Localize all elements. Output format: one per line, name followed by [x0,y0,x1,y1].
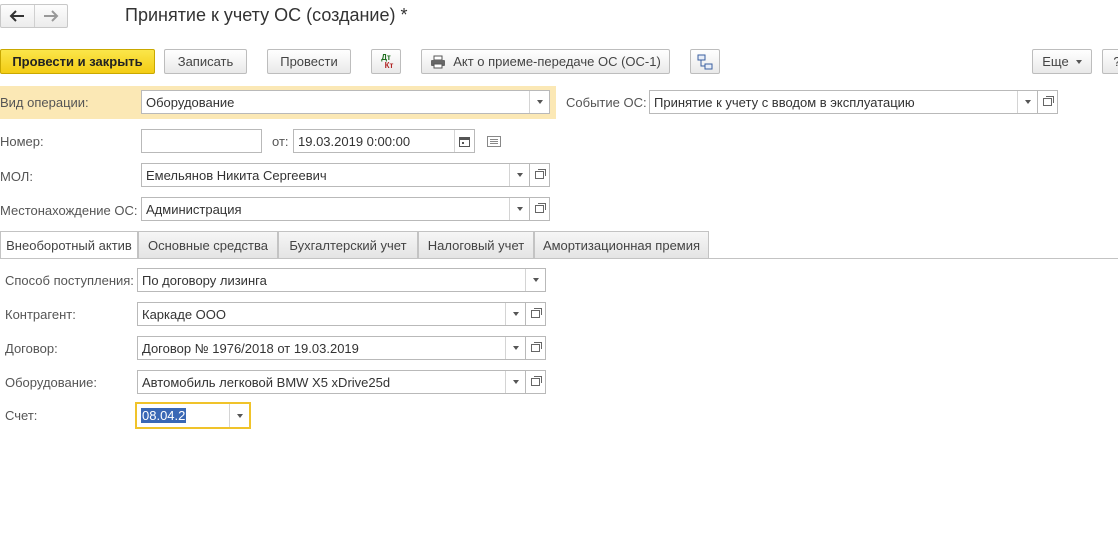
arrow-right-icon [43,10,59,22]
arrow-left-icon [10,10,25,22]
location-value: Администрация [146,201,242,217]
receipt-method-value: По договору лизинга [142,272,267,288]
contract-open-button[interactable] [526,336,546,360]
event-dropdown[interactable] [1017,91,1037,113]
equipment-select[interactable]: Автомобиль легковой BMW X5 xDrive25d [137,370,526,394]
number-label: Номер: [0,134,44,149]
event-label: Событие ОС: [566,95,647,110]
chevron-down-icon [536,100,543,104]
number-input[interactable] [141,129,262,153]
date-input[interactable]: 19.03.2019 0:00:00 [293,129,475,153]
page-title: Принятие к учету ОС (создание) * [125,5,408,25]
location-dropdown[interactable] [509,198,529,220]
chevron-down-icon [532,278,539,282]
tab-fixed-assets[interactable]: Основные средства [138,231,278,258]
tab-tax-accounting[interactable]: Налоговый учет [418,231,534,258]
contractor-dropdown[interactable] [505,303,525,325]
open-icon [531,342,542,352]
comment-button[interactable] [487,135,501,150]
contractor-label: Контрагент: [5,307,76,322]
open-icon [531,376,542,386]
chevron-down-icon [512,380,519,384]
contract-label: Договор: [5,341,58,356]
forward-button[interactable] [33,5,67,27]
contract-dropdown[interactable] [505,337,525,359]
printer-icon [431,55,446,68]
account-value: 08.04.2 [141,408,187,423]
chevron-down-icon [236,413,243,418]
equipment-label: Оборудование: [5,375,98,390]
operation-type-select[interactable]: Оборудование [141,90,550,114]
contractor-value: Каркаде ООО [142,306,226,322]
date-value: 19.03.2019 0:00:00 [298,133,411,149]
chevron-down-icon [516,207,523,211]
chevron-down-icon [516,173,523,177]
receipt-method-label: Способ поступления: [5,273,134,288]
open-icon [1043,96,1054,106]
equipment-dropdown[interactable] [505,371,525,393]
open-icon [535,203,546,213]
account-label: Счет: [5,408,38,423]
structure-button[interactable] [690,49,720,74]
navigation-buttons [0,4,68,28]
post-button[interactable]: Провести [267,49,351,74]
operation-type-label: Вид операции: [0,95,89,110]
list-lines-icon [487,136,501,147]
back-button[interactable] [1,5,34,27]
equipment-open-button[interactable] [526,370,546,394]
dt-kt-icon-bottom: Кт [384,60,394,70]
event-open-button[interactable] [1038,90,1058,114]
contract-value: Договор № 1976/2018 от 19.03.2019 [142,340,359,356]
contractor-select[interactable]: Каркаде ООО [137,302,526,326]
contractor-open-button[interactable] [526,302,546,326]
mol-select[interactable]: Емельянов Никита Сергеевич [141,163,530,187]
account-dropdown[interactable] [229,404,249,427]
location-open-button[interactable] [530,197,550,221]
location-select[interactable]: Администрация [141,197,530,221]
chevron-down-icon [512,346,519,350]
act-os1-print-button[interactable]: Акт о приеме-передаче ОС (ОС-1) [421,49,670,74]
account-input[interactable]: 08.04.2 [136,403,250,428]
chevron-down-icon [1024,100,1031,104]
calendar-button[interactable] [454,130,474,152]
tab-non-current-asset[interactable]: Внеоборотный актив [0,231,138,259]
account-value-wrap: 08.04.2 [137,408,229,423]
mol-label: МОЛ: [0,169,33,184]
mol-value: Емельянов Никита Сергеевич [146,167,327,183]
operation-type-value: Оборудование [146,94,235,110]
mol-open-button[interactable] [530,163,550,187]
contract-select[interactable]: Договор № 1976/2018 от 19.03.2019 [137,336,526,360]
operation-type-dropdown[interactable] [529,91,549,113]
more-button[interactable]: Еще [1032,49,1092,74]
open-icon [535,169,546,179]
open-icon [531,308,542,318]
post-and-close-button[interactable]: Провести и закрыть [0,49,155,74]
dt-kt-button[interactable]: Дт Кт [371,49,401,74]
receipt-method-select[interactable]: По договору лизинга [137,268,546,292]
tab-depreciation-bonus[interactable]: Амортизационная премия [534,231,709,258]
tab-accounting[interactable]: Бухгалтерский учет [278,231,418,258]
calendar-icon [459,136,470,147]
mol-dropdown[interactable] [509,164,529,186]
receipt-method-dropdown[interactable] [525,269,545,291]
act-os1-label: Акт о приеме-передаче ОС (ОС-1) [453,54,661,69]
more-label: Еще [1042,54,1069,69]
document-structure-icon [697,54,713,69]
chevron-down-icon [512,312,519,316]
equipment-value: Автомобиль легковой BMW X5 xDrive25d [142,374,391,390]
save-button[interactable]: Записать [164,49,247,74]
help-button[interactable]: ? [1102,49,1118,74]
date-label: от: [272,134,289,149]
chevron-down-icon [1075,59,1082,64]
location-label: Местонахождение ОС: [0,203,138,218]
event-select[interactable]: Принятие к учету с вводом в эксплуатацию [649,90,1038,114]
event-value: Принятие к учету с вводом в эксплуатацию [654,94,915,110]
tab-divider [0,258,1118,259]
